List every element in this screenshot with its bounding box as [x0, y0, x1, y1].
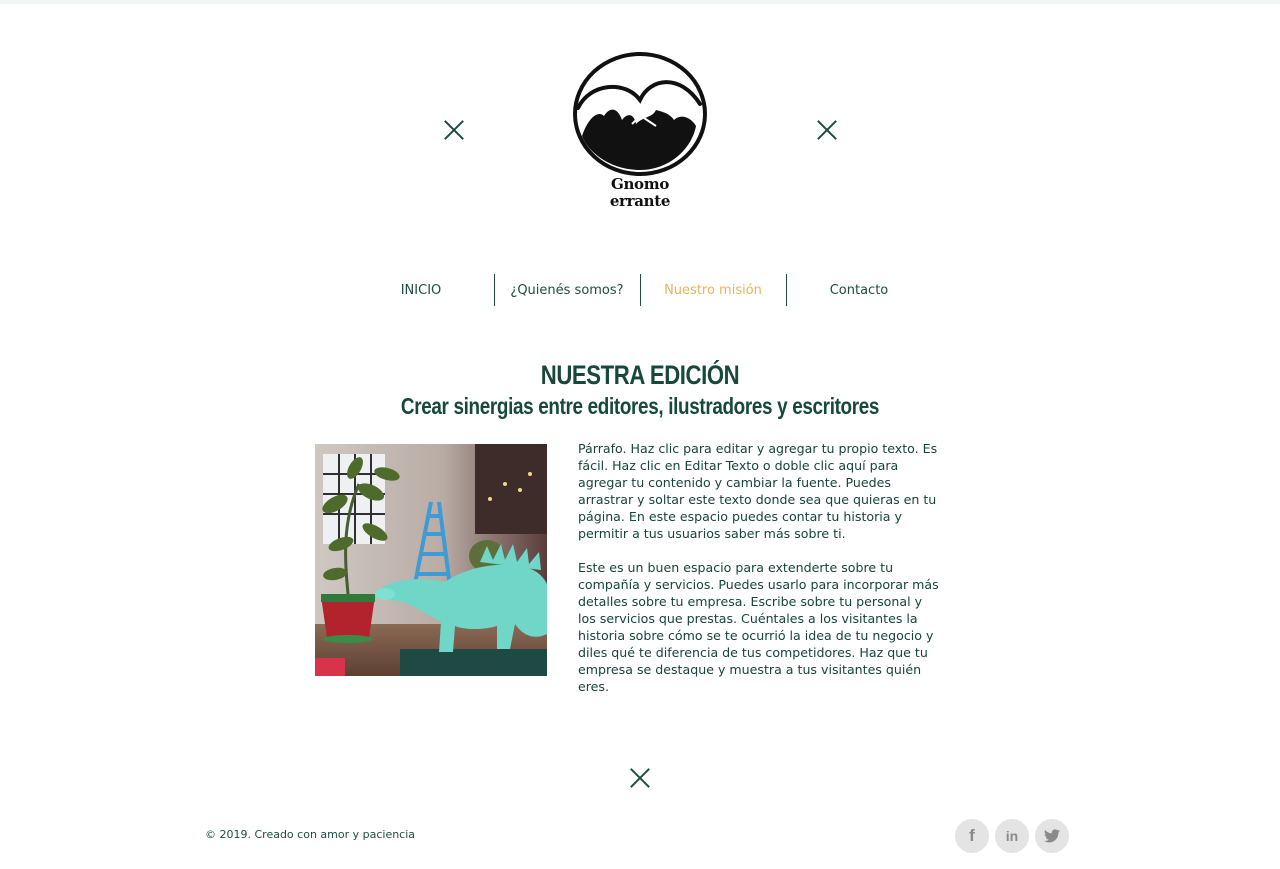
paragraph-2: Este es un buen espacio para extenderte … — [578, 560, 939, 694]
top-divider — [0, 0, 1280, 4]
brand-name-line2: errante — [609, 192, 671, 210]
dinosaur-photo — [315, 444, 547, 676]
close-icon — [817, 120, 837, 140]
main-nav: INICIO ¿Quienés somos? Nuestro misión Co… — [348, 274, 932, 306]
close-icon — [444, 120, 464, 140]
close-icon — [630, 768, 650, 788]
site-logo[interactable]: Gnomo errante — [570, 48, 710, 213]
twitter-icon — [1044, 829, 1060, 843]
paragraph-1: Párrafo. Haz clic para editar y agregar … — [578, 441, 938, 541]
nav-item-inicio[interactable]: INICIO — [348, 274, 494, 306]
nav-divider — [786, 274, 787, 306]
linkedin-button[interactable]: in — [995, 819, 1029, 853]
section-subtitle: Crear sinergias entre editores, ilustrad… — [400, 393, 880, 419]
nav-item-contacto[interactable]: Contacto — [786, 274, 932, 306]
nav-item-nuestra-mision[interactable]: Nuestro misión — [640, 274, 786, 306]
content-text: Párrafo. Haz clic para editar y agregar … — [578, 440, 940, 712]
twitter-button[interactable] — [1035, 819, 1069, 853]
facebook-icon: f — [969, 826, 975, 845]
section-title: NUESTRA EDICIÓN — [540, 360, 740, 390]
gnome-logo-icon — [573, 52, 707, 176]
brand-name-line1: Gnomo — [610, 175, 670, 193]
nav-divider — [640, 274, 641, 306]
linkedin-icon: in — [1005, 828, 1019, 844]
nav-divider — [494, 274, 495, 306]
facebook-button[interactable]: f — [955, 819, 989, 853]
copyright-text: © 2019. Creado con amor y paciencia — [205, 828, 416, 841]
brand-name: Gnomo errante — [570, 176, 710, 210]
nav-item-quienes-somos[interactable]: ¿Quienés somos? — [494, 274, 640, 306]
